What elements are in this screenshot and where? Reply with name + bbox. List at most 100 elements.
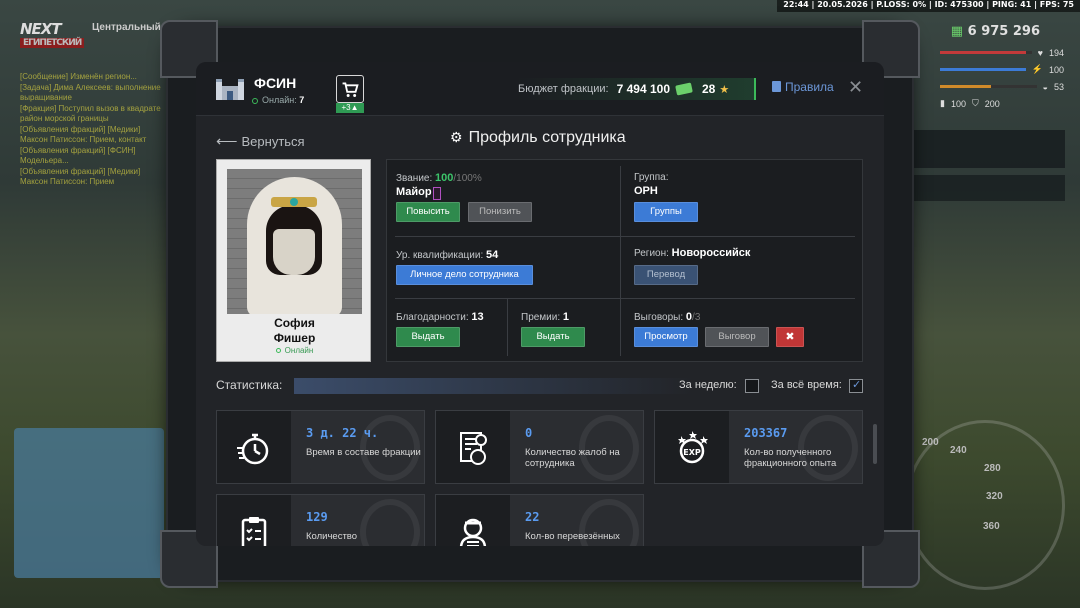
personal-file-button[interactable]: Личное дело сотрудника	[396, 265, 533, 285]
groups-button[interactable]: Группы	[634, 202, 698, 222]
stopwatch-icon	[237, 433, 269, 465]
chat-line: [Объявления фракций] [Медики]	[20, 124, 141, 134]
stat-card-transported: 22 Кол-во перевезённых	[435, 494, 644, 546]
arrow-left-icon: ⟵	[216, 133, 238, 150]
close-button[interactable]: ✕	[848, 78, 863, 96]
chat-line: [Объявления фракций] [Медики]	[20, 166, 141, 176]
speedo-tick: 200	[922, 437, 939, 448]
stat-description: Кол-во полученного фракционного опыта	[744, 447, 837, 469]
give-bonus-button[interactable]: Выдать	[521, 327, 585, 347]
player-stats: ♥ 194 ⚡ 100 ◒ 53 ▮ 100 ⛉ 200	[940, 44, 1064, 112]
gear-icon: ⚙	[450, 129, 463, 145]
fire-employee-button[interactable]: ✖	[776, 327, 804, 347]
stat-card-count: 129 Количество	[216, 494, 425, 546]
server-logo: NEXT ЕГИПЕТСКИЙ	[20, 20, 85, 48]
faction-app: ФСИН Онлайн: 7 +3▲ Бюджет фракции: 7 494 …	[196, 62, 884, 546]
hud-status-bar: 22:44 | 20.05.2026 | P.LOSS: 0% | ID: 47…	[777, 0, 1080, 12]
runner-icon: ⚡	[1031, 64, 1043, 74]
view-reprimands-button[interactable]: Просмотр	[634, 327, 698, 347]
rank-label: Звание: 100/100%	[396, 172, 482, 184]
employee-photo-card: София Фишер Онлайн	[216, 159, 371, 362]
armor-stat: ⚡ 100	[940, 61, 1064, 78]
rules-link[interactable]: Правила	[772, 80, 834, 94]
side-switch-panel	[895, 175, 1065, 201]
rank-insignia-icon	[433, 187, 441, 200]
chat-line: Модельера...	[20, 156, 69, 165]
stat-value: 3 д. 22 ч.	[306, 426, 379, 440]
chat-line: [Сообщение] Изменён регион...	[20, 72, 137, 81]
employee-avatar	[227, 169, 362, 314]
prisoner-icon	[459, 518, 487, 546]
side-task-panel	[895, 130, 1065, 168]
demote-button[interactable]: Понизить	[468, 202, 532, 222]
reprimand-button[interactable]: Выговор	[705, 327, 769, 347]
hunger-stat: ◒ 53	[940, 78, 1064, 95]
faction-name: ФСИН	[254, 75, 297, 91]
token-count: 28	[702, 82, 716, 96]
svg-text:EXP: EXP	[683, 448, 701, 457]
speedo-tick: 280	[984, 463, 1001, 474]
close-icon: ✕	[848, 77, 864, 97]
stat-value: 22	[525, 510, 540, 524]
stat-value: 0	[525, 426, 533, 440]
online-status: Онлайн: 7	[252, 95, 304, 105]
all-time-checkbox[interactable]	[849, 378, 863, 393]
speedo-tick: 240	[950, 445, 967, 456]
bonus-label: Премии: 1	[521, 311, 570, 323]
group-name: ОРН	[634, 185, 658, 197]
health-stat: ♥ 194	[940, 44, 1064, 61]
zone-name: Центральный	[92, 22, 161, 33]
online-dot-icon	[252, 97, 258, 104]
stat-description: Количество	[306, 531, 358, 542]
week-filter-label: За неделю:	[679, 379, 737, 391]
armor-bar-fill	[940, 68, 1026, 71]
chat-line: выращивание	[20, 93, 72, 102]
employee-name: София Фишер	[273, 316, 316, 345]
back-button[interactable]: ⟵ Вернуться	[216, 132, 305, 150]
region-label: Регион: Новороссийск	[634, 247, 751, 259]
transfer-button[interactable]: Перевод	[634, 265, 698, 285]
health-bar-fill	[940, 51, 1027, 54]
game-screen: 22:44 | 20.05.2026 | P.LOSS: 0% | ID: 47…	[0, 0, 1080, 608]
money-display: ▦ 6 975 296	[950, 24, 1040, 39]
speedometer: 200 240 280 320 360	[905, 420, 1065, 590]
ammo-icon: ▮	[940, 98, 945, 108]
week-checkbox[interactable]	[745, 379, 759, 393]
chat-line: Максон Патиссон: Прием, контакт	[20, 135, 147, 144]
shop-cart-button[interactable]	[336, 75, 364, 103]
chat-line: [Задача] Дима Алексеев: выполнение	[20, 82, 161, 92]
speedo-tick: 360	[983, 521, 1000, 532]
stat-value: 129	[306, 510, 328, 524]
promote-button[interactable]: Повысить	[396, 202, 460, 222]
employee-online-status: Онлайн	[217, 346, 372, 355]
stat-description: Время в составе фракции	[306, 447, 421, 458]
stats-label: Статистика:	[216, 378, 283, 392]
stat-value: 203367	[744, 426, 788, 440]
exp-icon: EXP	[678, 431, 708, 464]
stat-card-experience: EXP 203367 Кол-во полученного фракционно…	[654, 410, 863, 484]
stat-description: Кол-во перевезённых	[525, 531, 620, 542]
stat-card-complaints: 0 Количество жалоб на сотрудника	[435, 410, 644, 484]
chat-log: [Сообщение] Изменён регион... [Задача] Ди…	[20, 72, 170, 188]
chat-line: район морской границы	[20, 114, 109, 123]
document-icon	[772, 81, 781, 92]
all-time-filter-label: За всё время:	[771, 379, 842, 391]
chat-line: [Объявления фракций] [ФСИН]	[20, 145, 136, 155]
minimap	[14, 428, 164, 578]
employee-info-panel: Звание: 100/100% Майор Повысить Понизить…	[386, 159, 863, 362]
star-icon: ★	[719, 83, 730, 96]
online-dot-icon	[275, 348, 281, 354]
give-thanks-button[interactable]: Выдать	[396, 327, 460, 347]
ammo-stat: ▮ 100 ⛉ 200	[940, 98, 1000, 109]
stats-scrollbar[interactable]	[873, 424, 877, 464]
app-header: ФСИН Онлайн: 7 +3▲ Бюджет фракции: 7 494 …	[196, 62, 884, 116]
faction-budget: Бюджет фракции: 7 494 100 28 ★	[516, 78, 756, 100]
prison-building-icon	[216, 79, 244, 100]
speedo-tick: 320	[986, 491, 1003, 502]
stat-description: Количество жалоб на сотрудника	[525, 447, 620, 469]
shield-icon: ⛉	[971, 98, 979, 108]
rank-name: Майор	[396, 186, 432, 198]
remove-user-icon: ✖	[785, 331, 795, 343]
group-label: Группа:	[634, 172, 669, 183]
cart-badge: +3▲	[336, 103, 364, 113]
